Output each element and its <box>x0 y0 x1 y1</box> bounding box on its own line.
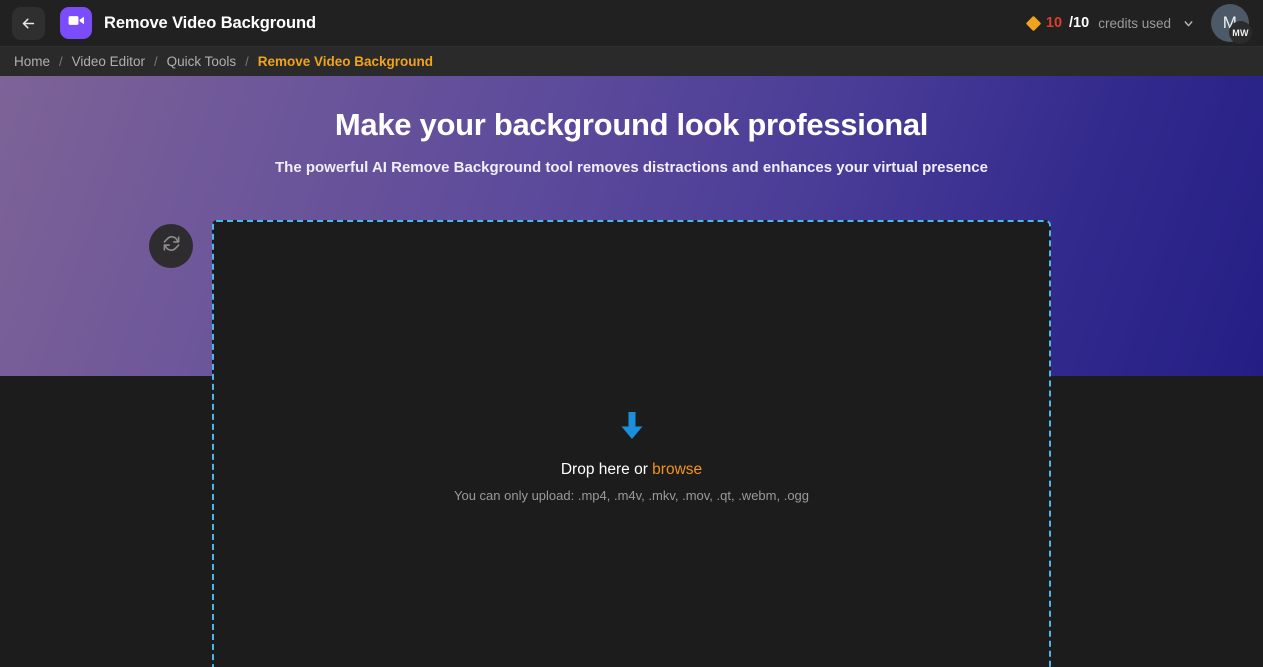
hero-title: Make your background look professional <box>334 107 929 142</box>
app-header: Remove Video Background 10 /10 credits u… <box>0 0 1263 47</box>
diamond-icon <box>1025 15 1042 31</box>
video-dropzone[interactable]: Drop here or browse You can only upload:… <box>212 220 1051 667</box>
video-camera-icon <box>67 11 86 35</box>
credits-total-count: /10 <box>1069 15 1090 31</box>
credits-used-count: 10 <box>1045 15 1063 31</box>
app-root: Remove Video Background 10 /10 credits u… <box>0 0 1263 667</box>
breadcrumb-item-video-editor[interactable]: Video Editor <box>72 54 145 69</box>
breadcrumb-separator: / <box>59 54 63 69</box>
dropzone-content: Drop here or browse You can only upload:… <box>214 412 1049 503</box>
credits-label: credits used <box>1098 15 1171 31</box>
app-logo <box>60 7 92 39</box>
chevron-down-icon[interactable] <box>1182 17 1195 30</box>
download-arrow-icon <box>620 412 644 447</box>
refresh-icon <box>162 234 181 258</box>
credits-indicator[interactable]: 10 /10 credits used <box>1025 15 1195 31</box>
dropzone-format-hint: You can only upload: .mp4, .m4v, .mkv, .… <box>453 488 810 503</box>
breadcrumb: Home / Video Editor / Quick Tools / Remo… <box>0 47 1263 76</box>
avatar[interactable]: M MW <box>1211 4 1252 44</box>
breadcrumb-separator: / <box>245 54 249 69</box>
breadcrumb-item-quick-tools[interactable]: Quick Tools <box>167 54 237 69</box>
arrow-left-icon <box>20 15 37 32</box>
avatar-badge: MW <box>1229 21 1252 44</box>
dropzone-drop-label: Drop here or <box>560 461 653 478</box>
breadcrumb-item-home[interactable]: Home <box>14 54 50 69</box>
dropzone-main-text: Drop here or browse <box>561 461 702 479</box>
browse-link[interactable]: browse <box>652 461 702 478</box>
page-title: Remove Video Background <box>104 13 316 32</box>
hero-subtitle: The powerful AI Remove Background tool r… <box>275 159 988 176</box>
breadcrumb-separator: / <box>153 54 158 69</box>
breadcrumb-item-current: Remove Video Background <box>257 54 434 69</box>
back-button[interactable] <box>12 6 45 40</box>
refresh-button[interactable] <box>149 224 193 268</box>
